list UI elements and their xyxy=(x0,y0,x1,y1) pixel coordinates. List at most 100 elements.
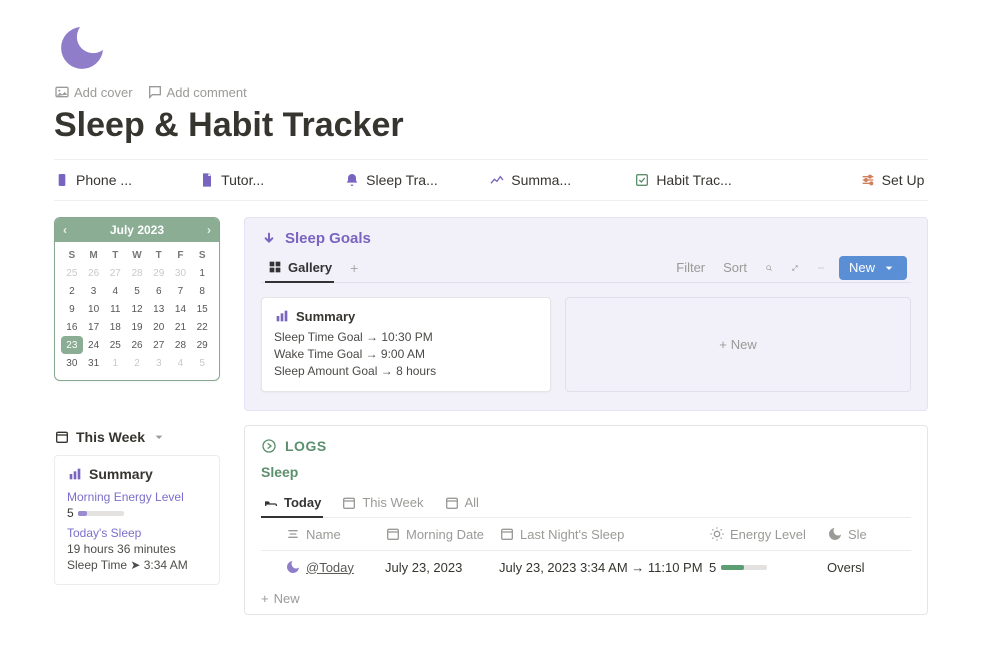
sleep-duration: 19 hours 36 minutes xyxy=(67,542,207,556)
calendar-day[interactable]: 4 xyxy=(170,354,192,372)
plus-icon: + xyxy=(719,337,727,352)
calendar-day[interactable]: 2 xyxy=(61,282,83,300)
comment-icon xyxy=(147,84,163,100)
nav-item-setup[interactable]: Set Up xyxy=(779,172,924,188)
todays-sleep-label: Today's Sleep xyxy=(67,526,207,540)
calendar-day[interactable]: 22 xyxy=(191,318,213,336)
calendar-day[interactable]: 3 xyxy=(148,354,170,372)
add-cover-button[interactable]: Add cover xyxy=(54,84,133,100)
nav-item-sleep[interactable]: Sleep Tra... xyxy=(344,172,489,188)
row-name[interactable]: @Today xyxy=(306,560,354,575)
add-comment-button[interactable]: Add comment xyxy=(147,84,247,100)
calendar-day[interactable]: 2 xyxy=(126,354,148,372)
calendar-day[interactable]: 5 xyxy=(191,354,213,372)
calendar-dow: S xyxy=(61,246,83,264)
summary-title: Summary xyxy=(89,466,153,482)
col-date[interactable]: Morning Date xyxy=(406,527,484,542)
nav-row: Phone ... Tutor... Sleep Tra... Summa...… xyxy=(54,160,928,200)
tab-gallery[interactable]: Gallery xyxy=(265,253,334,283)
arrow-circle-icon[interactable] xyxy=(261,438,277,454)
calendar-day[interactable]: 30 xyxy=(61,354,83,372)
calendar-day[interactable]: 24 xyxy=(83,336,105,354)
calendar-day[interactable]: 7 xyxy=(170,282,192,300)
calendar-day[interactable]: 28 xyxy=(170,336,192,354)
calendar-day[interactable]: 3 xyxy=(83,282,105,300)
calendar-day[interactable]: 5 xyxy=(126,282,148,300)
calendar-next-button[interactable]: › xyxy=(207,223,211,237)
calendar-day[interactable]: 11 xyxy=(104,300,126,318)
goals-summary-card[interactable]: Summary Sleep Time Goal → 10:30 PM Wake … xyxy=(261,297,551,392)
nav-item-habit[interactable]: Habit Trac... xyxy=(634,172,779,188)
calendar-day[interactable]: 14 xyxy=(170,300,192,318)
logs-tab-today[interactable]: Today xyxy=(261,488,323,518)
calendar-icon xyxy=(444,495,460,511)
sleep-time: Sleep Time ➤ 3:34 AM xyxy=(67,558,207,572)
thisweek-toggle[interactable]: This Week xyxy=(54,429,220,445)
nav-item-phone[interactable]: Phone ... xyxy=(54,172,199,188)
phone-icon xyxy=(54,172,70,188)
filter-button[interactable]: Filter xyxy=(672,258,709,277)
calendar[interactable]: ‹ July 2023 › SMTWTFS2526272829301234567… xyxy=(54,217,220,381)
nav-item-summary[interactable]: Summa... xyxy=(489,172,634,188)
calendar-day[interactable]: 8 xyxy=(191,282,213,300)
nav-item-tutor[interactable]: Tutor... xyxy=(199,172,344,188)
add-row-button[interactable]: + New xyxy=(261,583,911,614)
calendar-day[interactable]: 27 xyxy=(148,336,170,354)
col-name[interactable]: Name xyxy=(306,527,341,542)
calendar-day[interactable]: 12 xyxy=(126,300,148,318)
calendar-day[interactable]: 31 xyxy=(83,354,105,372)
new-card-button[interactable]: + New xyxy=(565,297,911,392)
table-row[interactable]: @Today July 23, 2023 July 23, 2023 3:34 … xyxy=(261,551,911,583)
calendar-day[interactable]: 13 xyxy=(148,300,170,318)
row-date: July 23, 2023 xyxy=(385,560,499,575)
calendar-day[interactable]: 4 xyxy=(104,282,126,300)
new-button[interactable]: New xyxy=(839,256,907,280)
col-over[interactable]: Sle xyxy=(848,527,867,542)
gallery-icon xyxy=(267,259,283,275)
calendar-icon xyxy=(385,526,401,542)
calendar-day[interactable]: 20 xyxy=(148,318,170,336)
page-icon[interactable] xyxy=(54,20,110,76)
calendar-day[interactable]: 1 xyxy=(191,264,213,282)
image-icon xyxy=(54,84,70,100)
expand-icon[interactable] xyxy=(787,260,803,276)
page-title[interactable]: Sleep & Habit Tracker xyxy=(54,106,928,145)
add-view-button[interactable]: + xyxy=(344,254,364,282)
goal-line: Sleep Time Goal → 10:30 PM xyxy=(274,330,538,344)
logs-tab-all[interactable]: All xyxy=(442,488,481,517)
calendar-day[interactable]: 29 xyxy=(148,264,170,282)
logs-tab-thisweek[interactable]: This Week xyxy=(339,488,425,517)
more-icon[interactable] xyxy=(813,260,829,276)
calendar-day[interactable]: 10 xyxy=(83,300,105,318)
calendar-day[interactable]: 29 xyxy=(191,336,213,354)
calendar-prev-button[interactable]: ‹ xyxy=(63,223,67,237)
card-title: Summary xyxy=(296,309,355,324)
calendar-day[interactable]: 21 xyxy=(170,318,192,336)
sleep-goals-section: Sleep Goals Gallery + Filter Sort New xyxy=(244,217,928,411)
calendar-day[interactable]: 19 xyxy=(126,318,148,336)
calendar-day[interactable]: 9 xyxy=(61,300,83,318)
col-sleep[interactable]: Last Night's Sleep xyxy=(520,527,624,542)
calendar-day[interactable]: 26 xyxy=(83,264,105,282)
summary-card[interactable]: Summary Morning Energy Level 5 Today's S… xyxy=(54,455,220,585)
calendar-day[interactable]: 28 xyxy=(126,264,148,282)
calendar-day[interactable]: 30 xyxy=(170,264,192,282)
calendar-day[interactable]: 23 xyxy=(61,336,83,354)
calendar-day[interactable]: 15 xyxy=(191,300,213,318)
arrow-down-icon[interactable] xyxy=(261,231,277,247)
calendar-day[interactable]: 26 xyxy=(126,336,148,354)
col-energy[interactable]: Energy Level xyxy=(730,527,806,542)
calendar-day[interactable]: 18 xyxy=(104,318,126,336)
calendar-month: July 2023 xyxy=(110,223,164,237)
calendar-day[interactable]: 16 xyxy=(61,318,83,336)
divider xyxy=(54,200,928,201)
calendar-day[interactable]: 27 xyxy=(104,264,126,282)
calendar-day[interactable]: 1 xyxy=(104,354,126,372)
search-icon[interactable] xyxy=(761,260,777,276)
row-sleep: July 23, 2023 3:34 AM → 11:10 PM xyxy=(499,560,709,575)
calendar-day[interactable]: 6 xyxy=(148,282,170,300)
sort-button[interactable]: Sort xyxy=(719,258,751,277)
calendar-day[interactable]: 25 xyxy=(61,264,83,282)
calendar-day[interactable]: 25 xyxy=(104,336,126,354)
calendar-day[interactable]: 17 xyxy=(83,318,105,336)
